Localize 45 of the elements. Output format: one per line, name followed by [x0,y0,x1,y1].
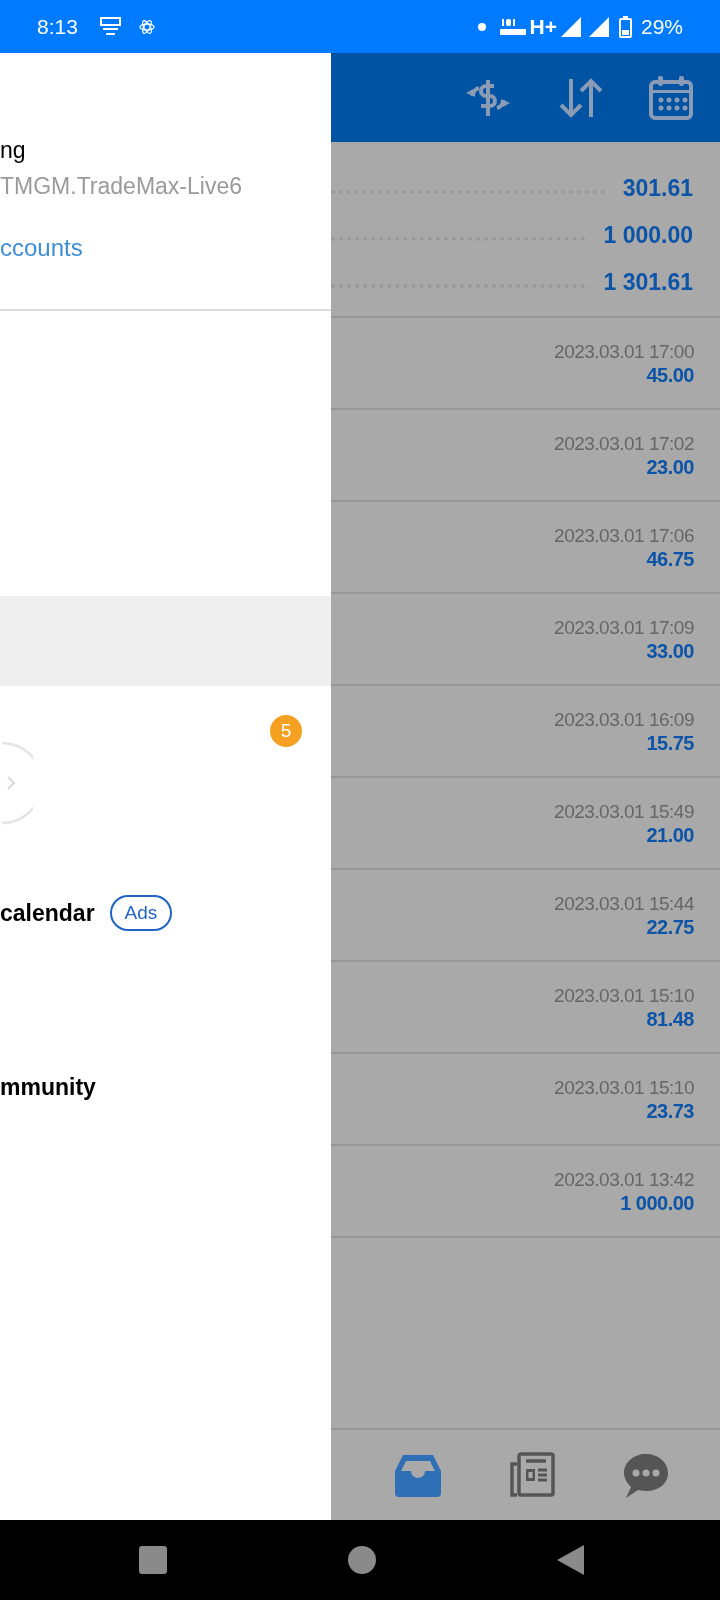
sort-arrows-icon[interactable] [557,76,605,119]
summary-value: 1 301.61 [603,268,693,298]
deal-time: 2023.03.01 16:09 [554,709,694,729]
deal-amount: 21.00 [646,824,694,845]
battery-percent: 29% [640,13,683,40]
deal-time: 2023.03.01 15:10 [554,985,694,1005]
signal-icon [560,16,581,37]
chat-tab[interactable] [623,1452,669,1498]
deal-time: 2023.03.01 17:09 [554,617,694,637]
volte-icon [499,16,526,37]
network-type: H+ [529,13,557,40]
deal-amount: 23.73 [646,1100,694,1121]
clock-time: 8:13 [37,13,78,40]
deal-amount: 45.00 [646,364,694,385]
back-nav-icon[interactable] [557,1545,584,1575]
deal-time: 2023.03.01 15:10 [554,1077,694,1097]
deal-time: 2023.03.01 17:02 [554,433,694,453]
deal-amount: 15.75 [646,732,694,753]
deal-amount: 33.00 [646,640,694,661]
count-badge: 5 [270,715,302,747]
atom-icon [138,17,155,36]
account-name: ng [0,139,26,162]
menu-item[interactable]: mmunity [0,1076,96,1099]
summary-value: 1 000.00 [603,221,693,251]
screen-cast-icon [99,16,121,37]
news-tab[interactable] [509,1452,555,1498]
deal-time: 2023.03.01 15:44 [554,893,694,913]
battery-icon [618,15,632,38]
deal-time: 2023.03.01 17:06 [554,525,694,545]
server-name: TMGM.TradeMax-Live6 [0,175,242,198]
calendar-icon[interactable] [649,75,693,120]
deal-time: 2023.03.01 13:42 [554,1169,694,1189]
deal-amount: 1 000.00 [620,1192,694,1213]
summary-value: 301.61 [622,174,693,204]
deal-amount: 81.48 [646,1008,694,1029]
menu-item[interactable]: calendar [0,901,95,925]
deal-time: 2023.03.01 17:00 [554,341,694,361]
deal-amount: 22.75 [646,916,694,937]
signal-icon [588,16,609,37]
deal-time: 2023.03.01 15:49 [554,801,694,821]
inbox-tab[interactable] [395,1453,441,1497]
ads-tag: Ads [109,895,173,931]
deal-amount: 46.75 [646,548,694,569]
home-nav-icon[interactable] [348,1546,376,1574]
deal-amount: 23.00 [646,456,694,477]
